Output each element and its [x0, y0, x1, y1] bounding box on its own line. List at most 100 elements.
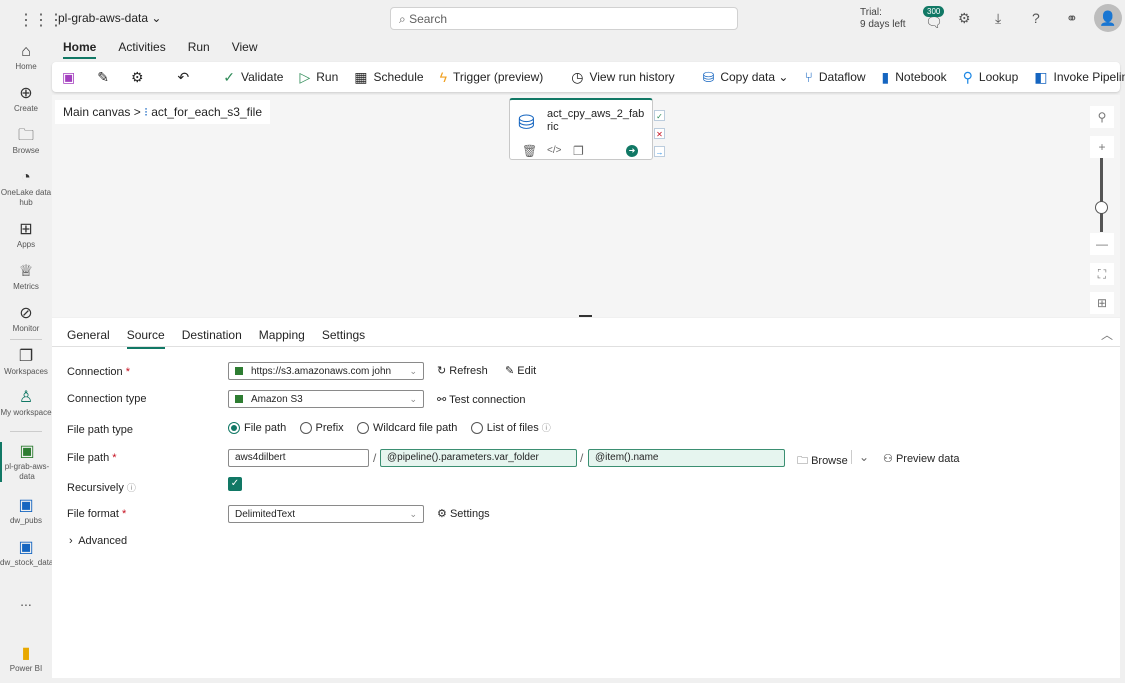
run-button[interactable]: ▷ Run — [299, 69, 338, 86]
zoom-out-button[interactable]: — — [1090, 233, 1114, 255]
rail-dw-pubs[interactable]: ▣ dw_pubs — [0, 496, 52, 526]
label-text: Connection — [67, 366, 123, 378]
arrow-right-icon[interactable]: ➜ — [626, 145, 638, 157]
save-as-button[interactable]: ✎ — [97, 69, 115, 86]
advanced-expander[interactable]: › Advanced — [69, 535, 127, 547]
warehouse-icon: ▣ — [18, 539, 34, 556]
test-connection-button[interactable]: ⚯ Test connection — [437, 393, 526, 406]
app-name-dropdown[interactable]: pl-grab-aws-data ⌄ — [58, 11, 161, 25]
tab-activities[interactable]: Activities — [118, 40, 165, 54]
undo-button[interactable]: ↶ — [178, 69, 196, 86]
tab-mapping[interactable]: Mapping — [259, 328, 305, 342]
tab-home[interactable]: Home — [63, 40, 97, 59]
rail-create[interactable]: ⊕ Create — [0, 84, 52, 114]
schedule-button[interactable]: ▦ Schedule — [354, 69, 423, 86]
dataflow-button[interactable]: ⑂ Dataflow — [804, 69, 865, 85]
radio-wildcard[interactable]: Wildcard file path — [357, 421, 457, 434]
avatar[interactable]: 👤 — [1094, 4, 1122, 32]
divider — [10, 431, 42, 432]
lookup-button[interactable]: ⚲ Lookup — [963, 69, 1019, 86]
path-separator: / — [580, 451, 584, 465]
rail-my-workspace[interactable]: ♙ My workspace — [0, 388, 52, 418]
rail-more[interactable]: ... — [0, 594, 52, 608]
rail-apps[interactable]: ⊞ Apps — [0, 220, 52, 250]
run-history-button[interactable]: ◷ View run history — [571, 69, 674, 86]
rail-monitor[interactable]: ⊘ Monitor — [0, 304, 52, 334]
tab-destination[interactable]: Destination — [182, 328, 242, 342]
rail-metrics[interactable]: ♕ Metrics — [0, 262, 52, 292]
rail-onelake[interactable]: ◔ OneLake data hub — [0, 168, 52, 208]
plug-icon: ⚯ — [437, 394, 447, 406]
help-icon[interactable]: ? — [1032, 10, 1040, 26]
recursively-checkbox[interactable]: ✓ — [228, 477, 242, 491]
app-launcher-icon[interactable]: ⋮⋮⋮ — [18, 10, 64, 30]
radio-file-path[interactable]: File path — [228, 421, 286, 434]
search-input[interactable]: ⌕ Search — [390, 7, 738, 30]
bucket-input[interactable]: aws4dilbert — [228, 449, 369, 467]
chevron-down-icon: ⌄ — [778, 70, 789, 84]
file-format-select[interactable]: DelimitedText ⌄ — [228, 505, 424, 523]
connection-type-select[interactable]: Amazon S3 ⌄ — [228, 390, 424, 408]
chevron-down-icon[interactable]: ⌄ — [859, 450, 869, 464]
save-button[interactable]: ▣ — [62, 69, 81, 86]
tab-settings[interactable]: Settings — [322, 328, 365, 342]
browse-button[interactable]: 🗀 Browse — [797, 452, 848, 471]
tab-view[interactable]: View — [232, 40, 258, 54]
activity-name: act_cpy_aws_2_fabric — [547, 108, 645, 133]
panel-resize-handle[interactable] — [579, 315, 592, 317]
copy-icon[interactable]: ❐ — [573, 144, 584, 158]
zoom-slider-track[interactable] — [1100, 158, 1103, 232]
pipeline-icon: ▣ — [19, 443, 35, 460]
dataflow-icon: ⑂ — [804, 69, 813, 85]
tab-general[interactable]: General — [67, 328, 110, 342]
tab-source[interactable]: Source — [126, 328, 165, 349]
auto-align-button[interactable]: ⊞ — [1090, 292, 1114, 314]
zoom-in-button[interactable]: + — [1090, 136, 1114, 158]
on-success-icon[interactable]: ✓ — [654, 110, 665, 121]
connection-select[interactable]: https://s3.amazonaws.com john ⌄ — [228, 362, 424, 380]
on-fail-icon[interactable]: ✕ — [654, 128, 665, 139]
app-name: pl-grab-aws-data — [58, 11, 149, 25]
copy-data-button[interactable]: ⛁ Copy data ⌄ — [703, 69, 789, 86]
rail-label: Metrics — [13, 282, 39, 291]
delete-icon[interactable]: 🗑 — [522, 144, 537, 158]
preview-data-button[interactable]: ⚇ Preview data — [883, 452, 960, 465]
rail-browse[interactable]: 🗀 Browse — [0, 126, 52, 156]
rail-pipeline[interactable]: ▣ pl-grab-aws-data — [0, 442, 52, 482]
refresh-button[interactable]: ↻ Refresh — [437, 364, 488, 377]
zoom-search-button[interactable]: ⚲ — [1090, 106, 1114, 128]
trigger-button[interactable]: ϟ Trigger (preview) — [440, 69, 544, 85]
rail-dw-stock[interactable]: ▣ dw_stock_data — [0, 538, 53, 568]
format-settings-button[interactable]: ⚙ Settings — [437, 507, 490, 520]
zoom-slider-thumb[interactable] — [1095, 201, 1108, 214]
code-icon[interactable]: </> — [547, 145, 561, 156]
rail-powerbi[interactable]: ▮ Power BI — [0, 644, 52, 674]
radio-list-of-files[interactable]: List of files ⓘ — [470, 421, 551, 434]
radio-label: List of files — [486, 421, 539, 434]
on-completion-icon[interactable]: → — [654, 146, 665, 157]
settings-button[interactable]: ⚙ — [131, 69, 150, 86]
onelake-icon: ◔ — [21, 169, 31, 186]
gear-icon[interactable]: ⚙ — [958, 10, 971, 27]
rail-home[interactable]: ⌂ Home — [0, 42, 52, 72]
undo-icon: ↶ — [177, 68, 190, 85]
radio-prefix[interactable]: Prefix — [299, 421, 344, 434]
rail-workspaces[interactable]: ❐ Workspaces — [0, 347, 52, 377]
folder-input[interactable]: @pipeline().parameters.var_folder — [380, 449, 577, 467]
chevron-up-icon[interactable]: ︿ — [1101, 326, 1113, 343]
validate-button[interactable]: ✓ Validate — [223, 69, 283, 86]
foreach-icon: ⁝ — [144, 105, 148, 119]
chevron-right-icon: › — [69, 535, 73, 547]
tab-run[interactable]: Run — [188, 40, 210, 54]
download-icon[interactable]: ⤓ — [995, 10, 1001, 27]
share-icon[interactable]: ⚭ — [1066, 10, 1078, 27]
fit-to-screen-button[interactable]: ⛶ — [1090, 263, 1114, 285]
invoke-pipeline-button[interactable]: ◧ Invoke Pipeline — [1034, 69, 1125, 86]
notebook-button[interactable]: ▮ Notebook — [882, 69, 947, 86]
file-name-input[interactable]: @item().name — [588, 449, 785, 467]
browse-label: Browse — [811, 455, 848, 467]
person-icon: ♙ — [18, 389, 34, 406]
edit-button[interactable]: ✎ Edit — [505, 364, 536, 377]
breadcrumb-root[interactable]: Main canvas — [63, 105, 130, 119]
activity-node[interactable]: ⛁ act_cpy_aws_2_fabric 🗑 </> ❐ ➜ — [509, 98, 653, 160]
